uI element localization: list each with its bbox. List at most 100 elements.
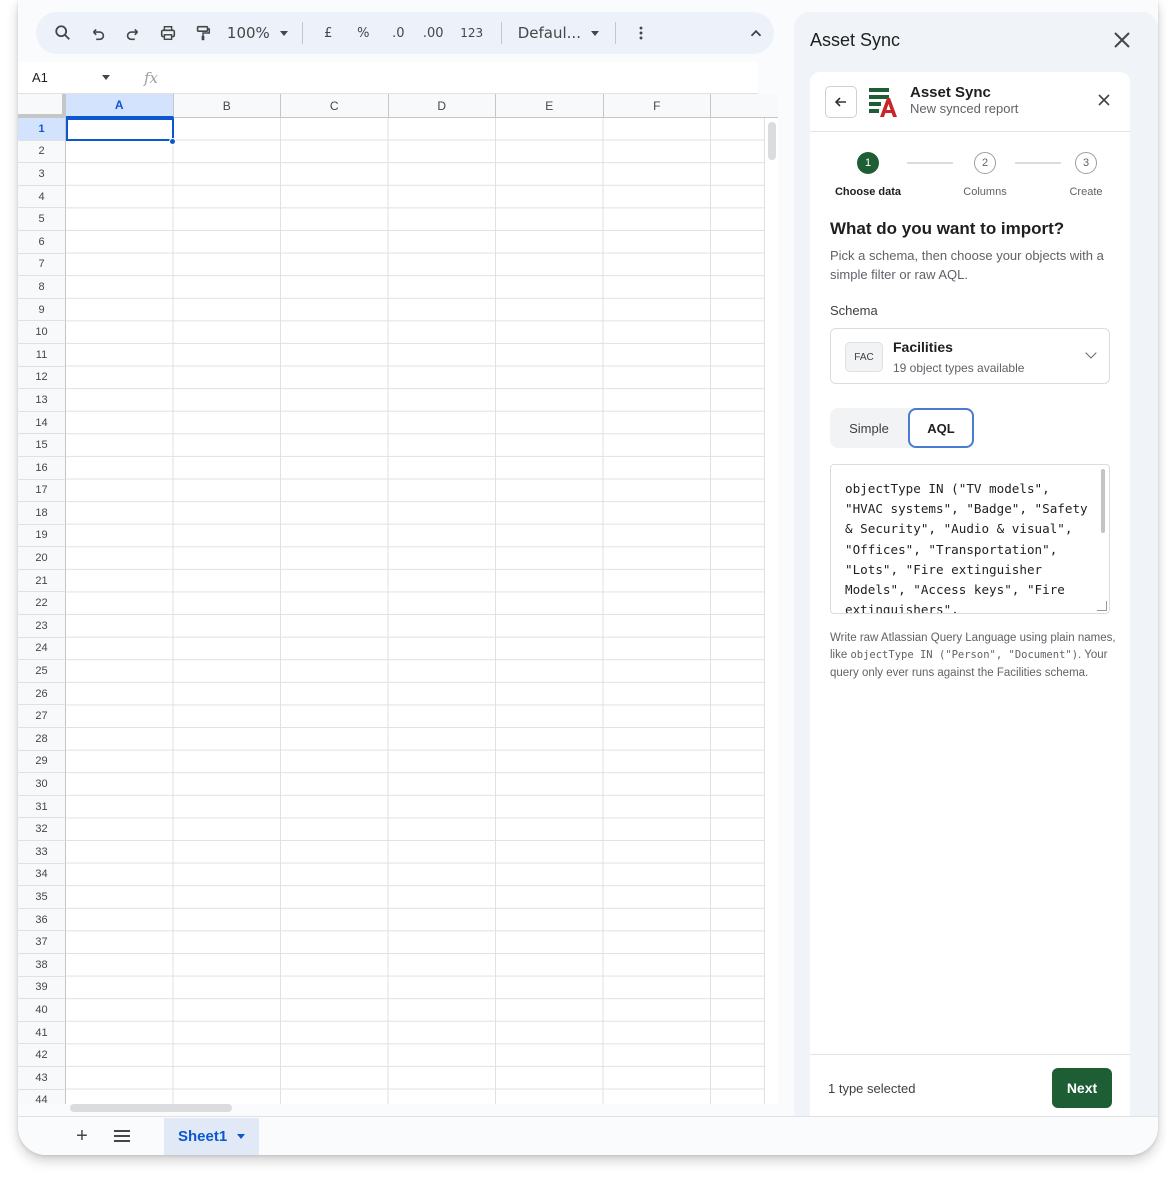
row-header[interactable]: 25: [18, 660, 66, 683]
row-header[interactable]: 10: [18, 321, 66, 344]
row-header[interactable]: 11: [18, 343, 66, 367]
column-header[interactable]: E: [496, 94, 604, 118]
schema-subtitle: 19 object types available: [893, 361, 1025, 375]
row-header[interactable]: 33: [18, 841, 66, 864]
step-number: 2: [974, 152, 996, 174]
row-header[interactable]: 9: [18, 298, 66, 322]
mode-aql-button[interactable]: AQL: [908, 408, 974, 448]
row-header[interactable]: 17: [18, 479, 66, 503]
row-header[interactable]: 12: [18, 366, 66, 390]
chevron-down-icon: [590, 30, 599, 36]
print-icon[interactable]: [151, 18, 186, 48]
all-sheets-icon[interactable]: [102, 1120, 142, 1152]
scrollbar-thumb[interactable]: [1101, 469, 1105, 533]
row-header[interactable]: 28: [18, 728, 66, 751]
row-header[interactable]: 42: [18, 1044, 66, 1067]
row-header[interactable]: 2: [18, 140, 66, 164]
row-header[interactable]: 22: [18, 592, 66, 616]
row-header[interactable]: 5: [18, 208, 66, 231]
row-header[interactable]: 16: [18, 456, 66, 480]
sheet-bar: + Sheet1: [18, 1116, 1158, 1155]
chevron-down-icon[interactable]: [237, 1133, 246, 1139]
column-header[interactable]: A: [66, 94, 174, 118]
schema-badge: FAC: [845, 342, 883, 372]
currency-format-button[interactable]: £: [311, 18, 346, 48]
paint-format-icon[interactable]: [186, 18, 221, 48]
row-header[interactable]: 27: [18, 705, 66, 729]
column-header[interactable]: F: [603, 94, 711, 118]
row-header[interactable]: 15: [18, 434, 66, 457]
row-header[interactable]: 14: [18, 411, 66, 435]
selected-cell[interactable]: [66, 118, 174, 141]
row-header[interactable]: 30: [18, 773, 66, 796]
resize-handle[interactable]: [1097, 601, 1107, 611]
row-header[interactable]: 6: [18, 230, 66, 254]
close-icon[interactable]: [1098, 90, 1110, 111]
toolbar-divider: [614, 22, 616, 44]
row-header[interactable]: 41: [18, 1021, 66, 1045]
row-header[interactable]: 26: [18, 682, 66, 706]
row-header[interactable]: 20: [18, 547, 66, 570]
row-header[interactable]: 29: [18, 750, 66, 774]
sheet-tab-sheet1[interactable]: Sheet1: [164, 1117, 260, 1155]
spreadsheet-grid[interactable]: ABCDEF 1 2 3 4 5 6 7 8 9 10 11 12 13 14 15 16 17 18 19 20 21…: [18, 94, 778, 1104]
font-select[interactable]: Defaul...: [510, 18, 607, 48]
row-header[interactable]: 36: [18, 908, 66, 932]
row-header[interactable]: 1: [18, 118, 66, 141]
percent-format-button[interactable]: %: [346, 18, 381, 48]
name-box[interactable]: A1: [18, 70, 118, 85]
row-header[interactable]: 32: [18, 818, 66, 841]
schema-name: Facilities: [893, 339, 953, 355]
column-header[interactable]: D: [388, 94, 496, 118]
row-header[interactable]: 21: [18, 569, 66, 593]
row-header[interactable]: 35: [18, 886, 66, 909]
vertical-scrollbar[interactable]: [764, 118, 778, 1104]
step-label: Create: [1069, 186, 1103, 198]
scrollbar-thumb[interactable]: [70, 1104, 232, 1112]
decrease-decimal-button[interactable]: .0: [381, 18, 416, 48]
row-header[interactable]: 31: [18, 795, 66, 819]
row-header[interactable]: 7: [18, 253, 66, 277]
search-icon[interactable]: [46, 18, 81, 48]
cell-grid[interactable]: [66, 118, 764, 1104]
row-header[interactable]: 19: [18, 524, 66, 548]
row-header[interactable]: 43: [18, 1066, 66, 1090]
zoom-select[interactable]: 100%: [221, 18, 294, 48]
scrollbar-thumb[interactable]: [768, 122, 776, 160]
close-icon[interactable]: [1110, 28, 1134, 52]
step-label: Columns: [963, 186, 1007, 198]
row-header[interactable]: 3: [18, 163, 66, 186]
add-sheet-icon[interactable]: +: [62, 1120, 102, 1152]
row-header[interactable]: 38: [18, 953, 66, 977]
row-header[interactable]: 39: [18, 976, 66, 1000]
row-header[interactable]: 4: [18, 185, 66, 209]
row-header[interactable]: 23: [18, 615, 66, 638]
fill-handle[interactable]: [169, 138, 176, 145]
back-button[interactable]: [825, 86, 857, 118]
toolbar-divider: [301, 22, 303, 44]
row-header[interactable]: 37: [18, 931, 66, 954]
schema-select[interactable]: FAC Facilities 19 object types available: [830, 328, 1110, 384]
more-formats-button[interactable]: 123: [451, 18, 493, 48]
increase-decimal-button[interactable]: .00: [416, 18, 451, 48]
row-header[interactable]: 34: [18, 863, 66, 887]
row-header[interactable]: 40: [18, 999, 66, 1022]
redo-icon[interactable]: [116, 18, 151, 48]
row-header[interactable]: 13: [18, 389, 66, 412]
mode-simple-button[interactable]: Simple: [830, 408, 908, 448]
column-header[interactable]: B: [173, 94, 281, 118]
row-header[interactable]: 24: [18, 637, 66, 661]
row-header[interactable]: 44: [18, 1089, 66, 1104]
row-header[interactable]: 18: [18, 502, 66, 525]
column-header[interactable]: C: [281, 94, 389, 118]
row-header[interactable]: 8: [18, 276, 66, 299]
undo-icon[interactable]: [81, 18, 116, 48]
aql-query-input[interactable]: objectType IN ("TV models", "HVAC system…: [830, 464, 1110, 614]
select-all-corner[interactable]: [18, 94, 66, 118]
collapse-menus-icon[interactable]: [739, 18, 774, 48]
increase-decimal-label: .00: [422, 25, 444, 41]
next-button[interactable]: Next: [1052, 1068, 1112, 1108]
horizontal-scrollbar[interactable]: [66, 1102, 776, 1114]
column-header[interactable]: [711, 94, 778, 118]
more-vert-icon[interactable]: [624, 18, 659, 48]
